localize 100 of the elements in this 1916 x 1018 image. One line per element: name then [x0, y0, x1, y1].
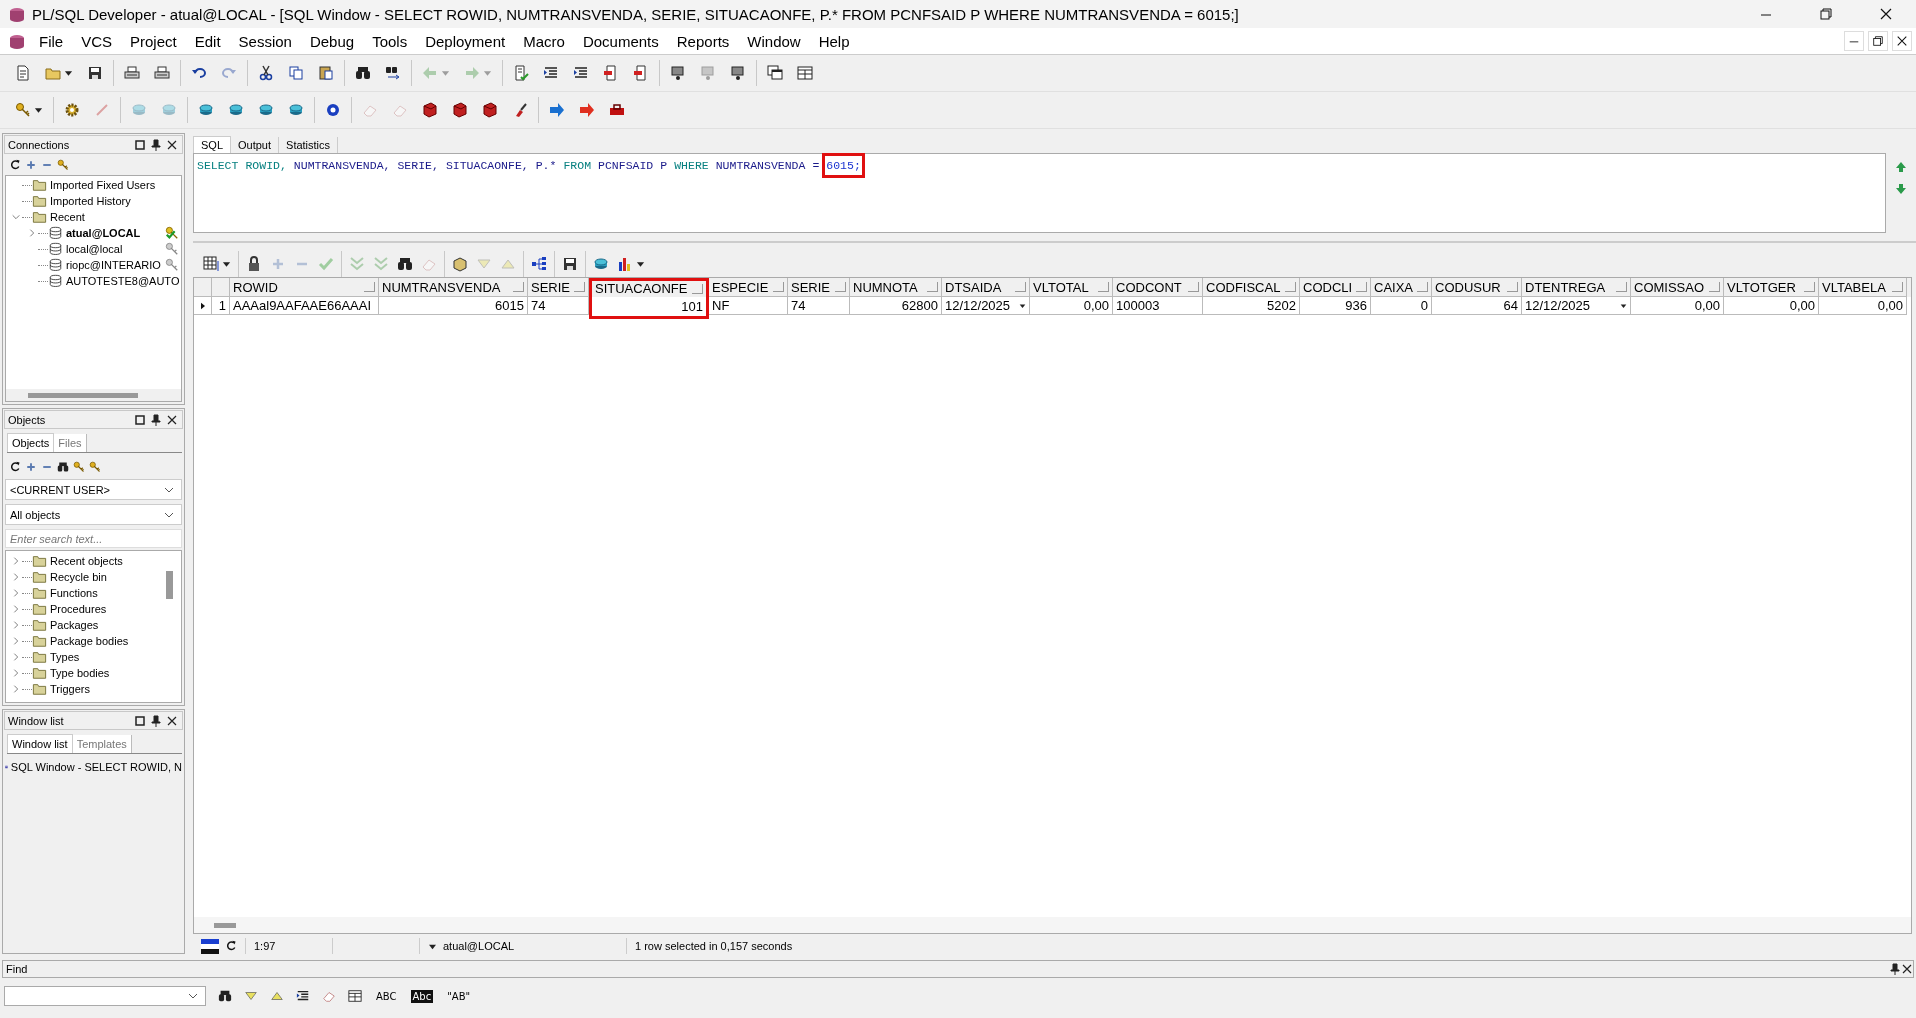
- restore-icon[interactable]: [1819, 7, 1833, 21]
- arrow-down-icon[interactable]: [1895, 183, 1907, 195]
- menu-item[interactable]: Project: [121, 32, 186, 50]
- dropdown[interactable]: <CURRENT USER>: [5, 479, 182, 500]
- find-option-button[interactable]: "AB": [445, 989, 473, 1003]
- expand-icon[interactable]: [11, 588, 21, 598]
- column-header[interactable]: DTENTREGA: [1522, 278, 1631, 297]
- sort-button[interactable]: [1285, 282, 1296, 292]
- column-header[interactable]: NUMNOTA: [850, 278, 942, 297]
- tree-item[interactable]: Recent objects: [50, 555, 123, 567]
- menu-item[interactable]: Window: [738, 32, 810, 50]
- expand-icon[interactable]: [11, 556, 21, 566]
- add-icon[interactable]: [25, 159, 37, 171]
- pin-icon[interactable]: [1889, 963, 1901, 975]
- float-icon[interactable]: [134, 138, 146, 151]
- menu-item[interactable]: Tools: [363, 32, 417, 50]
- dropdown-icon[interactable]: [1019, 302, 1026, 309]
- panel-tab[interactable]: Window list: [7, 734, 73, 753]
- tree-item[interactable]: Packages: [50, 619, 99, 631]
- find-option-button[interactable]: Abc: [410, 989, 434, 1003]
- window-list-item[interactable]: SQL Window - SELECT ROWID, N: [10, 761, 182, 773]
- column-header[interactable]: COMISSAO: [1631, 278, 1724, 297]
- sort-button[interactable]: [1804, 282, 1815, 292]
- panel-tab[interactable]: Files: [54, 434, 87, 452]
- expand-icon[interactable]: [11, 668, 21, 678]
- key-icon[interactable]: [57, 159, 69, 171]
- key-icon[interactable]: [89, 461, 101, 473]
- sort-button[interactable]: [773, 282, 784, 292]
- sort-button[interactable]: [1709, 282, 1720, 292]
- pin-icon[interactable]: [150, 413, 162, 426]
- refresh-icon[interactable]: [9, 159, 21, 171]
- tree-item[interactable]: atual@LOCAL: [66, 227, 141, 239]
- dropdown-icon[interactable]: [1620, 302, 1627, 309]
- close-icon[interactable]: [166, 138, 178, 151]
- dropdown[interactable]: All objects: [5, 504, 182, 525]
- column-header[interactable]: ROWID: [230, 278, 379, 297]
- column-header[interactable]: SITUACAONFE: [589, 278, 709, 297]
- sort-button[interactable]: [574, 282, 585, 292]
- find-previous-icon[interactable]: [270, 989, 284, 1003]
- close-icon[interactable]: [166, 714, 178, 727]
- menu-item[interactable]: Documents: [573, 32, 668, 50]
- sort-button[interactable]: [927, 282, 938, 292]
- column-header[interactable]: CODFISCAL: [1203, 278, 1300, 297]
- menu-item[interactable]: Edit: [185, 32, 230, 50]
- arrow-up-icon[interactable]: [1895, 161, 1907, 173]
- sort-button[interactable]: [1015, 282, 1026, 292]
- find-next-icon[interactable]: [244, 989, 258, 1003]
- scrollbar-thumb[interactable]: [166, 571, 173, 599]
- tree-item[interactable]: Triggers: [50, 683, 90, 695]
- selection-icon[interactable]: [348, 989, 362, 1003]
- collapse-icon[interactable]: [11, 212, 21, 222]
- sort-button[interactable]: [1507, 282, 1518, 292]
- expand-icon[interactable]: [11, 636, 21, 646]
- sort-button[interactable]: [1616, 282, 1627, 292]
- column-header[interactable]: VLTABELA: [1819, 278, 1907, 297]
- menu-item[interactable]: VCS: [72, 32, 121, 50]
- menu-item[interactable]: Macro: [514, 32, 574, 50]
- search-icon[interactable]: [218, 989, 232, 1003]
- column-header[interactable]: SERIE: [788, 278, 850, 297]
- sort-button[interactable]: [1188, 282, 1199, 292]
- expand-icon[interactable]: [11, 604, 21, 614]
- scrollbar-thumb[interactable]: [28, 392, 138, 398]
- tree-item[interactable]: Imported Fixed Users: [50, 179, 156, 191]
- expand-icon[interactable]: [11, 620, 21, 630]
- column-header[interactable]: CODCLI: [1300, 278, 1371, 297]
- column-header[interactable]: NUMTRANSVENDA: [379, 278, 528, 297]
- tree-item[interactable]: local@local: [66, 243, 123, 255]
- float-icon[interactable]: [134, 413, 146, 426]
- column-header[interactable]: CODCONT: [1113, 278, 1203, 297]
- sql-editor[interactable]: SELECT ROWID, NUMTRANSVENDA, SERIE, SITUACAONFE, P.* FROM PCNFSAID P WHERE NUMTRANSVENDA = 6015;: [193, 153, 1886, 233]
- key-icon[interactable]: [73, 461, 85, 473]
- tree-item[interactable]: Imported History: [50, 195, 131, 207]
- tree-item[interactable]: riopc@INTERARIO: [66, 259, 161, 271]
- tree-item[interactable]: AUTOTESTE8@AUTO: [66, 275, 180, 287]
- sort-button[interactable]: [364, 282, 375, 292]
- sort-button[interactable]: [692, 283, 703, 294]
- menu-item[interactable]: Help: [809, 32, 859, 50]
- tree-item[interactable]: Type bodies: [50, 667, 110, 679]
- tree-item[interactable]: Recent: [50, 211, 85, 223]
- tree-item[interactable]: Functions: [50, 587, 98, 599]
- menu-item[interactable]: Session: [229, 32, 301, 50]
- column-header[interactable]: VLTOTAL: [1030, 278, 1113, 297]
- window-control-button[interactable]: [1892, 31, 1912, 51]
- find-option-button[interactable]: ABC: [374, 989, 399, 1003]
- pin-icon[interactable]: [150, 138, 162, 151]
- scrollbar-thumb[interactable]: [214, 922, 236, 928]
- expand-icon[interactable]: [11, 652, 21, 662]
- highlight-all-icon[interactable]: [296, 989, 310, 1003]
- menu-item[interactable]: File: [30, 32, 73, 50]
- column-header[interactable]: VLTOTGER: [1724, 278, 1819, 297]
- sort-button[interactable]: [1356, 282, 1367, 292]
- panel-tab[interactable]: Objects: [7, 433, 55, 452]
- expand-icon[interactable]: [27, 228, 37, 238]
- sort-button[interactable]: [835, 282, 846, 292]
- tree-item[interactable]: Recycle bin: [50, 571, 107, 583]
- add-icon[interactable]: [25, 461, 37, 473]
- menu-item[interactable]: Debug: [300, 32, 364, 50]
- sort-button[interactable]: [1098, 282, 1109, 292]
- caret-icon[interactable]: [428, 942, 437, 950]
- column-header[interactable]: SERIE: [528, 278, 589, 297]
